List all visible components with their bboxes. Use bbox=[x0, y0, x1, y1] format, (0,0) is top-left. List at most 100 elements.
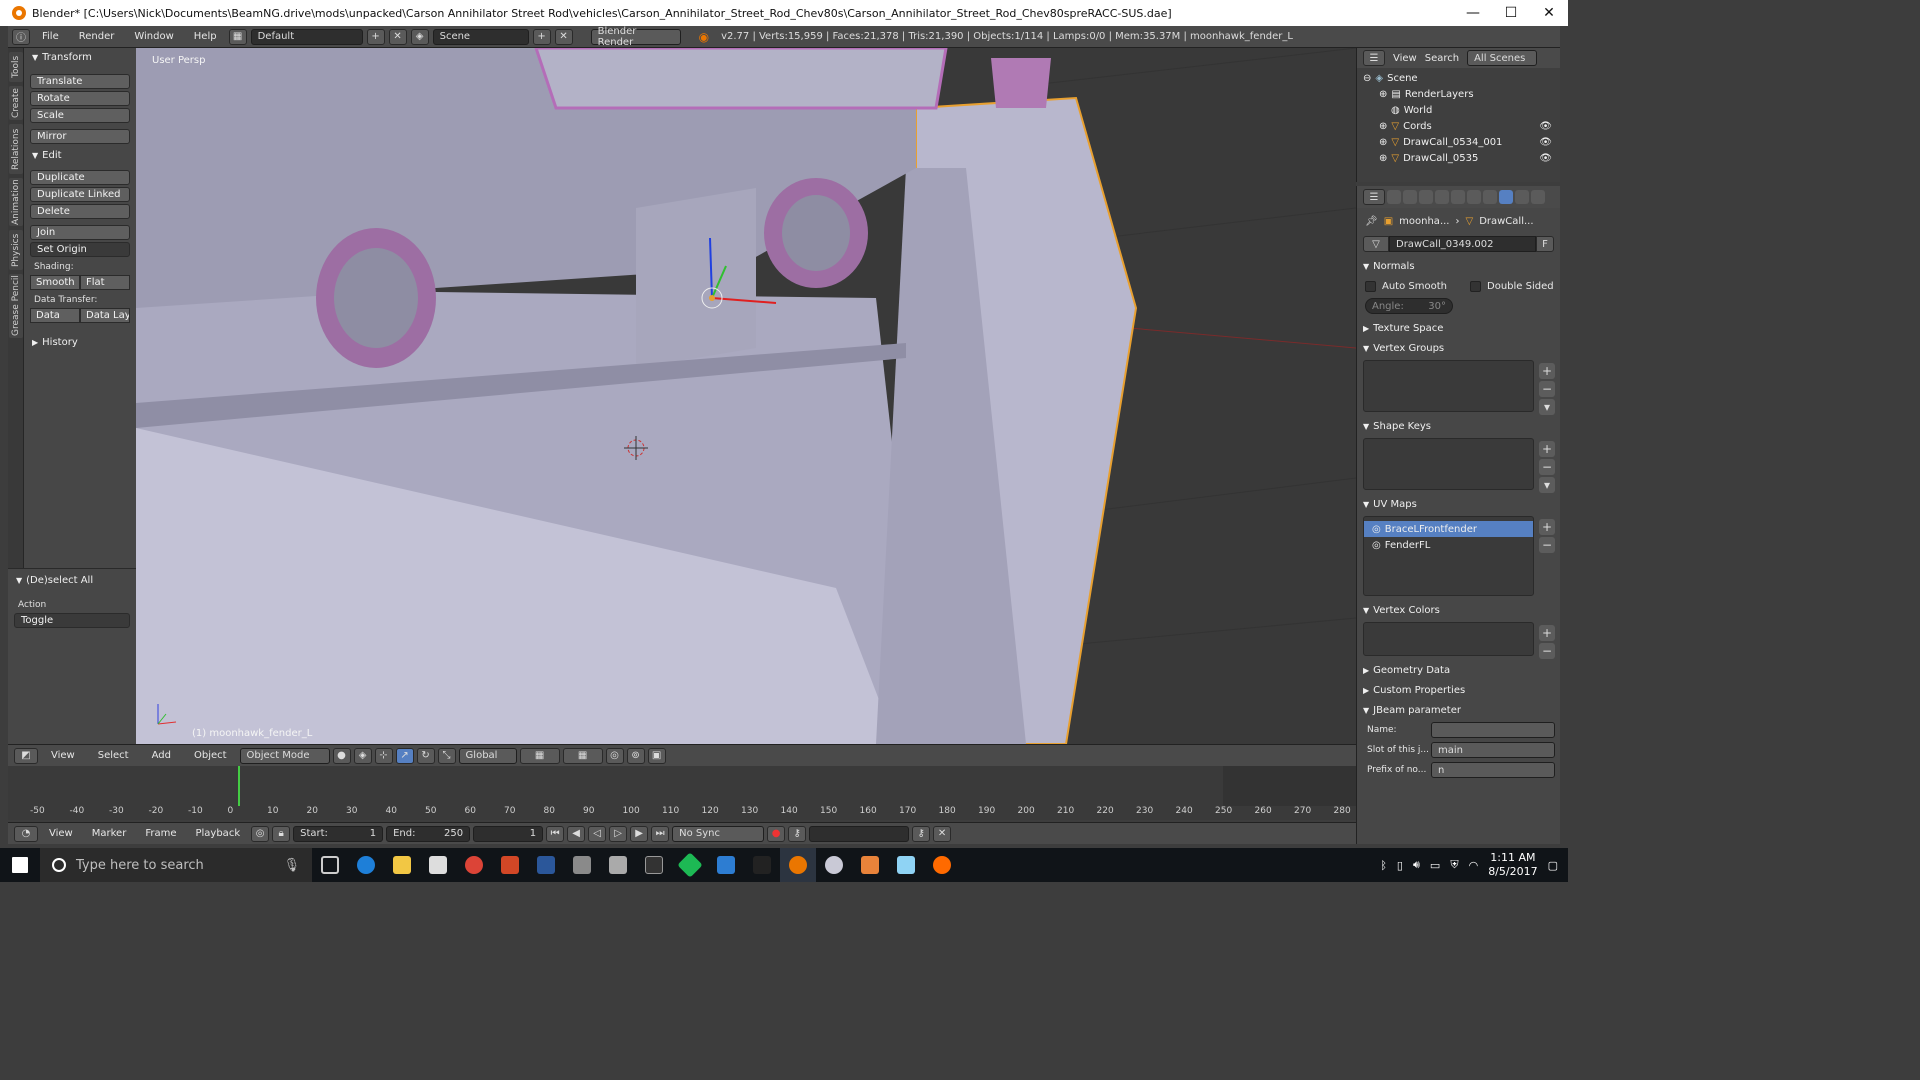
shape-keys-list[interactable]: + − ▾ bbox=[1363, 438, 1555, 493]
next-key-icon[interactable]: ▶ bbox=[630, 825, 649, 842]
menu-object[interactable]: Object bbox=[184, 750, 237, 761]
word-icon[interactable] bbox=[528, 848, 564, 882]
menu-select[interactable]: Select bbox=[88, 750, 139, 761]
constraints-tab-icon[interactable] bbox=[1467, 190, 1481, 204]
rotate-button[interactable]: Rotate bbox=[30, 91, 130, 106]
app-icon[interactable] bbox=[600, 848, 636, 882]
menu-add[interactable]: Add bbox=[142, 750, 181, 761]
clock[interactable]: 1:11 AM 8/5/2017 bbox=[1488, 851, 1537, 879]
play-reverse-icon[interactable]: ◁ bbox=[588, 825, 607, 842]
double-sided-checkbox[interactable] bbox=[1470, 280, 1481, 292]
layers-grid-icon[interactable]: ▦ bbox=[519, 747, 560, 764]
translate-button[interactable]: Translate bbox=[30, 74, 130, 89]
menu-window[interactable]: Window bbox=[126, 31, 181, 42]
add-icon[interactable]: + bbox=[1539, 519, 1555, 535]
vertex-colors-list[interactable]: + − bbox=[1363, 622, 1555, 659]
outliner-view-menu[interactable]: View bbox=[1393, 53, 1417, 64]
layers-grid-2-icon[interactable]: ▦ bbox=[562, 747, 603, 764]
auto-smooth-checkbox[interactable] bbox=[1365, 280, 1376, 292]
mesh-name-field[interactable]: DrawCall_0349.002 bbox=[1389, 236, 1536, 252]
operator-panel-header[interactable]: ▼ (De)select All bbox=[8, 571, 136, 589]
menu-render[interactable]: Render bbox=[71, 31, 123, 42]
app-icon[interactable] bbox=[672, 848, 708, 882]
outliner-item-drawcall-0534[interactable]: ⊕ ▽ DrawCall_0534_001 👁︎ bbox=[1357, 134, 1560, 150]
material-tab-icon[interactable] bbox=[1515, 190, 1529, 204]
visibility-eye-icon[interactable]: 👁︎ bbox=[1539, 137, 1552, 148]
duplicate-button[interactable]: Duplicate bbox=[30, 170, 130, 185]
layers-tab-icon[interactable] bbox=[1403, 190, 1417, 204]
menu-view[interactable]: View bbox=[41, 828, 81, 839]
set-origin-select[interactable]: Set Origin bbox=[30, 242, 130, 257]
mesh-data-tab-icon[interactable] bbox=[1499, 190, 1513, 204]
wifi-icon[interactable]: ◠ bbox=[1469, 859, 1479, 872]
taskbar-search[interactable]: Type here to search 🎙︎ bbox=[40, 848, 312, 882]
store-icon[interactable] bbox=[420, 848, 456, 882]
timeline[interactable]: -50 -40 -30 -20 -10 0 10 20 30 40 50 60 70 80 90 100 110… bbox=[8, 766, 1356, 820]
tab-grease-pencil[interactable]: Grease Pencil bbox=[9, 274, 23, 338]
remove-icon[interactable]: − bbox=[1539, 459, 1555, 475]
add-icon[interactable]: + bbox=[1539, 441, 1555, 457]
remove-icon[interactable]: − bbox=[1539, 537, 1555, 553]
vertex-groups-list[interactable]: + − ▾ bbox=[1363, 360, 1555, 415]
app-icon[interactable] bbox=[816, 848, 852, 882]
remove-icon[interactable]: − bbox=[1539, 643, 1555, 659]
object-tab-icon[interactable] bbox=[1451, 190, 1465, 204]
play-icon[interactable]: ▷ bbox=[609, 825, 628, 842]
geometry-data-section-header[interactable]: ▶ Geometry Data bbox=[1357, 660, 1560, 680]
jbeam-prefix-field[interactable]: n bbox=[1431, 762, 1555, 778]
add-layout-icon[interactable]: + bbox=[366, 28, 385, 45]
start-button[interactable] bbox=[0, 848, 40, 882]
jbeam-section-header[interactable]: ▼ JBeam parameter bbox=[1357, 700, 1560, 720]
blender-taskbar-icon[interactable] bbox=[780, 848, 816, 882]
keyset-icon[interactable]: ⚷ bbox=[788, 825, 807, 842]
end-frame-field[interactable]: End: 250 bbox=[386, 825, 471, 842]
jump-start-icon[interactable]: ⏮ bbox=[546, 825, 565, 842]
microphone-icon[interactable]: 🎙︎ bbox=[283, 858, 300, 873]
scale-button[interactable]: Scale bbox=[30, 108, 130, 123]
insert-key-icon[interactable]: ⚷ bbox=[912, 825, 931, 842]
add-icon[interactable]: + bbox=[1539, 363, 1555, 379]
start-frame-field[interactable]: Start: 1 bbox=[293, 825, 384, 842]
scale-manipulator-icon[interactable]: ⤡ bbox=[437, 747, 456, 764]
scene-tab-icon[interactable] bbox=[1419, 190, 1433, 204]
manipulator-icon[interactable]: ⊹ bbox=[374, 747, 393, 764]
visibility-eye-icon[interactable]: 👁︎ bbox=[1539, 121, 1552, 132]
editor-type-icon[interactable]: ⓘ bbox=[12, 28, 30, 45]
editor-type-icon[interactable]: ◩ bbox=[14, 747, 38, 764]
keying-set-field[interactable] bbox=[809, 825, 910, 842]
transform-panel-header[interactable]: ▼ Transform bbox=[24, 48, 136, 66]
jbeam-name-field[interactable] bbox=[1431, 722, 1555, 738]
layout-selector[interactable]: Default bbox=[250, 28, 363, 45]
tab-create[interactable]: Create bbox=[9, 86, 23, 120]
file-explorer-icon[interactable] bbox=[384, 848, 420, 882]
menu-file[interactable]: File bbox=[34, 31, 67, 42]
data-transfer-button[interactable]: Data bbox=[30, 308, 80, 323]
vertex-groups-section-header[interactable]: ▼ Vertex Groups bbox=[1357, 338, 1560, 358]
jump-end-icon[interactable]: ⏭ bbox=[651, 825, 670, 842]
dropdown-icon[interactable]: ▾ bbox=[1539, 399, 1555, 415]
device-icon[interactable]: ▯ bbox=[1397, 859, 1403, 872]
outliner-filter-select[interactable]: All Scenes bbox=[1467, 50, 1538, 66]
layout-grid-icon[interactable]: ▦ bbox=[228, 28, 247, 45]
outliner-item-world[interactable]: ◍ World bbox=[1357, 102, 1560, 118]
delete-button[interactable]: Delete bbox=[30, 204, 130, 219]
app-icon[interactable] bbox=[852, 848, 888, 882]
sync-select[interactable]: No Sync bbox=[672, 825, 765, 842]
uv-map-item[interactable]: ◎ BraceLFrontfender bbox=[1364, 521, 1533, 537]
menu-frame[interactable]: Frame bbox=[137, 828, 184, 839]
mesh-browse-icon[interactable]: ▽ bbox=[1363, 236, 1389, 252]
powerpoint-icon[interactable] bbox=[492, 848, 528, 882]
delete-key-icon[interactable]: ✕ bbox=[933, 825, 952, 842]
translate-manipulator-icon[interactable]: ↗ bbox=[395, 747, 414, 764]
tab-animation[interactable]: Animation bbox=[9, 178, 23, 226]
menu-help[interactable]: Help bbox=[186, 31, 225, 42]
history-panel-header[interactable]: ▶ History bbox=[24, 333, 136, 351]
security-icon[interactable]: ⛨ bbox=[1450, 858, 1458, 872]
prev-key-icon[interactable]: ◀ bbox=[567, 825, 586, 842]
maximize-button[interactable]: ☐ bbox=[1492, 0, 1530, 26]
keying-icon[interactable]: ◎ bbox=[251, 825, 270, 842]
remove-icon[interactable]: − bbox=[1539, 381, 1555, 397]
3d-viewport[interactable]: User Persp (1) moonhawk_fender_L bbox=[136, 48, 1356, 744]
current-frame-field[interactable]: 1 bbox=[473, 825, 544, 842]
app-icon[interactable] bbox=[708, 848, 744, 882]
